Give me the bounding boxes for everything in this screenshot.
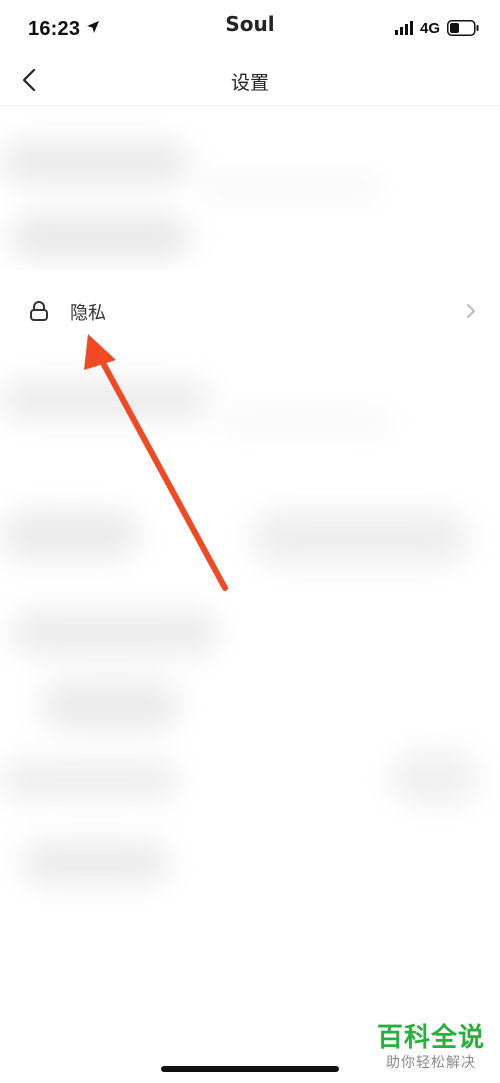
page-title: 设置	[230, 73, 269, 94]
settings-item-privacy[interactable]: 隐私	[0, 270, 500, 352]
settings-item-privacy-label: 隐私	[70, 303, 106, 323]
lock-icon	[30, 301, 48, 321]
watermark-title: 百科全说	[376, 1022, 485, 1052]
home-indicator[interactable]	[161, 1066, 339, 1072]
network-type: 4G	[420, 20, 441, 37]
blurred-settings-group-top	[0, 120, 500, 270]
watermark: 百科全说 助你轻松解决	[372, 1022, 490, 1072]
cellular-signal-icon	[395, 21, 413, 35]
blurred-settings-group-bottom	[0, 360, 500, 920]
status-bar: 16:23 Soul 4G	[0, 0, 500, 58]
watermark-subtitle: 助你轻松解决	[386, 1054, 476, 1070]
navigation-bar: 设置	[0, 58, 500, 106]
chevron-right-icon	[467, 304, 475, 318]
battery-icon	[447, 20, 479, 36]
